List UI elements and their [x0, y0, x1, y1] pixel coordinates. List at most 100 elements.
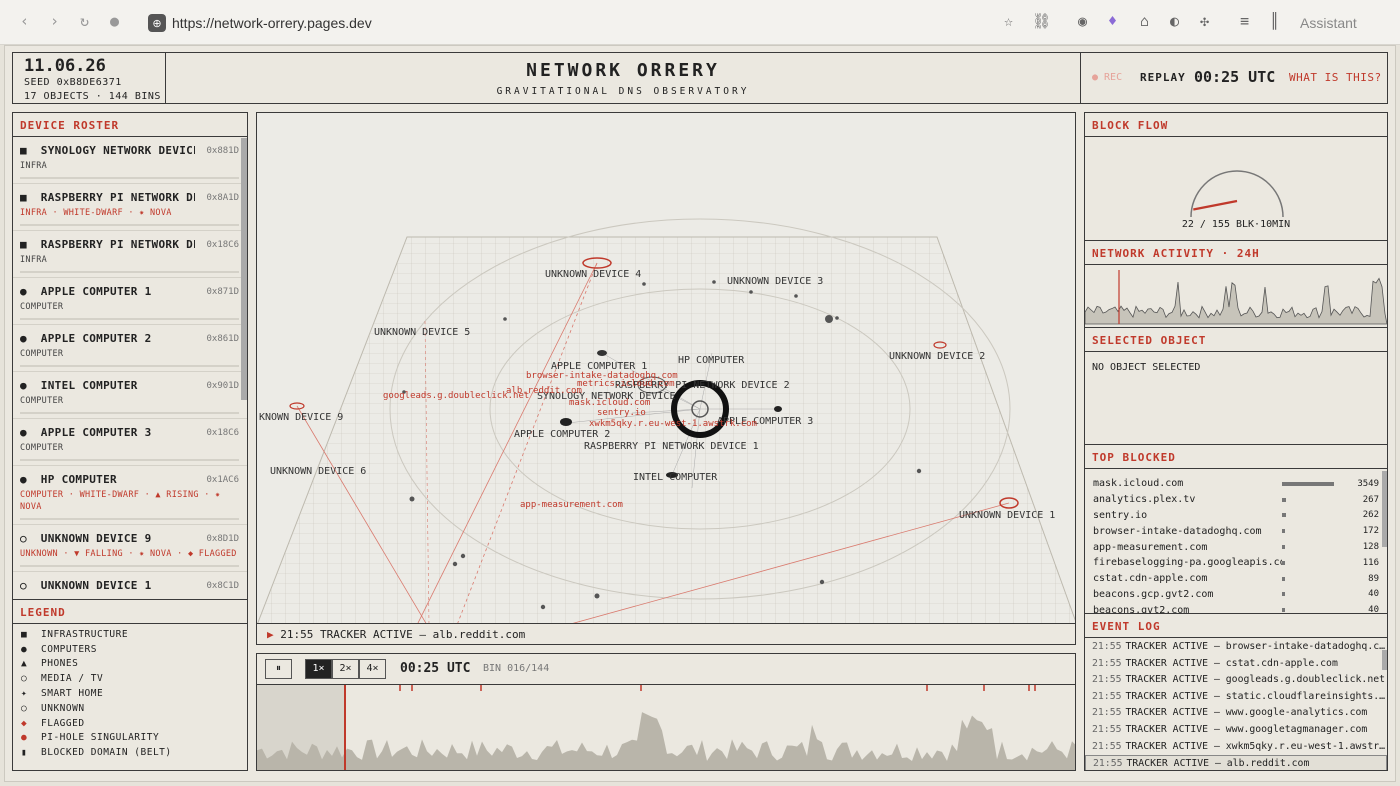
extension-1-icon[interactable]: ◉: [1078, 12, 1087, 30]
blocked-domain: browser-intake-datadoghq.com: [1093, 525, 1262, 537]
device-tags: INFRA: [20, 255, 48, 265]
orrery-viewport[interactable]: UNKNOWN DEVICE 4 UNKNOWN DEVICE 3 UNKNOWN …: [256, 112, 1076, 624]
device-type-icon: ○: [20, 579, 27, 592]
top-blocked-row[interactable]: browser-intake-datadoghq.com 172: [1085, 523, 1387, 539]
legend-item: ● COMPUTERS: [13, 642, 247, 657]
replay-button[interactable]: REPLAY: [1140, 71, 1186, 84]
top-blocked-scrollbar[interactable]: [1382, 471, 1387, 547]
scene-device-label[interactable]: UNKNOWN DEVICE 6: [270, 466, 366, 477]
pause-button[interactable]: ⏸: [265, 659, 292, 679]
event-message: TRACKER ACTIVE — www.googletagmanager.co…: [1125, 723, 1368, 735]
speed-1x-button[interactable]: 1×: [305, 659, 332, 679]
device-row[interactable]: ● APPLE COMPUTER 3 0x18C6 COMPUTER: [13, 419, 247, 466]
scene-device-label[interactable]: UNKNOWN DEVICE 4: [545, 269, 641, 280]
event-log-row[interactable]: 21:55 TRACKER ACTIVE — xwkm5qky.r.eu-west…: [1085, 739, 1387, 756]
event-log-row[interactable]: 21:55 TRACKER ACTIVE — googleads.g.double…: [1085, 672, 1387, 689]
device-row[interactable]: ● INTEL COMPUTER 0x901D COMPUTER: [13, 372, 247, 419]
event-log-row[interactable]: 21:55 TRACKER ACTIVE — www.googletagmanag…: [1085, 722, 1387, 739]
device-node[interactable]: [825, 315, 833, 323]
microphone-icon[interactable]: ●: [110, 12, 119, 30]
top-blocked-row[interactable]: firebaselogging-pa.googleapis.com 116: [1085, 555, 1387, 571]
link-icon[interactable]: ⛓: [1032, 12, 1051, 30]
scene-device-label[interactable]: UNKNOWN DEVICE 2: [889, 351, 985, 362]
legend-glyph-icon: ✦: [21, 688, 28, 700]
device-id: 0x18C6: [206, 240, 239, 250]
device-row[interactable]: ■ RASPBERRY PI NETWORK DEV… 0x8A1D INFRA…: [13, 184, 247, 231]
device-row[interactable]: ○ UNKNOWN DEVICE 1 0x8C1D: [13, 572, 247, 599]
device-node[interactable]: [560, 418, 572, 426]
device-row[interactable]: ■ RASPBERRY PI NETWORK DEV… 0x18C6 INFRA: [13, 231, 247, 278]
scene-device-label[interactable]: UNKNOWN DEVICE 3: [727, 276, 823, 287]
scene-device-label[interactable]: UNKNOWN DEVICE 1: [959, 510, 1055, 521]
device-id: 0x861D: [206, 334, 239, 344]
address-bar[interactable]: ⊕ https://network-orrery.pages.dev: [148, 13, 372, 33]
event-log-scrollbar[interactable]: [1382, 650, 1387, 670]
assistant-button[interactable]: Assistant: [1300, 15, 1357, 31]
device-name: ■ RASPBERRY PI NETWORK DEV…: [20, 238, 195, 251]
scene-device-label[interactable]: KNOWN DEVICE 9: [259, 412, 343, 423]
device-node[interactable]: [597, 350, 607, 356]
event-log-row[interactable]: 21:55 TRACKER ACTIVE — cstat.cdn-apple.co…: [1085, 656, 1387, 673]
device-row[interactable]: ■ SYNOLOGY NETWORK DEVICE 0x881D INFRA: [13, 137, 247, 184]
top-blocked-panel: TOP BLOCKED mask.icloud.com 3549 analyti…: [1084, 444, 1388, 614]
reader-icon[interactable]: ≡: [1240, 12, 1249, 30]
seed-label: SEED 0xB8DE6371: [24, 77, 122, 88]
device-id: 0x18C6: [206, 428, 239, 438]
top-blocked-row[interactable]: cstat.cdn-apple.com 89: [1085, 571, 1387, 587]
legend-glyph-icon: ●: [21, 732, 28, 744]
device-activity-bar: [20, 365, 239, 367]
blocked-bar: [1282, 545, 1337, 550]
what-is-this-link[interactable]: WHAT IS THIS?: [1289, 71, 1382, 84]
device-activity-bar: [20, 459, 239, 461]
orrery-scene[interactable]: UNKNOWN DEVICE 4 UNKNOWN DEVICE 3 UNKNOWN …: [257, 113, 1076, 624]
event-log-row[interactable]: 21:55 TRACKER ACTIVE — www.google-analyti…: [1085, 705, 1387, 722]
device-row[interactable]: ● HP COMPUTER 0x1AC6 COMPUTER · WHITE-DW…: [13, 466, 247, 525]
rec-button[interactable]: ● REC: [1092, 72, 1122, 83]
device-node[interactable]: [774, 406, 782, 412]
top-blocked-row[interactable]: mask.icloud.com 3549: [1085, 476, 1387, 492]
top-blocked-title: TOP BLOCKED: [1085, 445, 1387, 469]
top-blocked-row[interactable]: app-measurement.com 128: [1085, 539, 1387, 555]
device-name: ○ UNKNOWN DEVICE 1: [20, 579, 152, 592]
scene-device-label[interactable]: RASPBERRY PI NETWORK DEVICE 1: [584, 441, 759, 452]
event-log-row[interactable]: 21:55 TRACKER ACTIVE — static.cloudflarei…: [1085, 689, 1387, 706]
device-list: ■ SYNOLOGY NETWORK DEVICE 0x881D INFRA ■…: [13, 137, 247, 599]
top-blocked-row[interactable]: sentry.io 262: [1085, 508, 1387, 524]
scene-device-label[interactable]: APPLE COMPUTER 2: [514, 429, 610, 440]
device-name: ● APPLE COMPUTER 2: [20, 332, 152, 345]
blocked-bar: [1282, 608, 1337, 613]
puzzle-icon[interactable]: ✣: [1200, 12, 1209, 30]
event-log-row[interactable]: 21:55 TRACKER ACTIVE — alb.reddit.com: [1085, 755, 1387, 770]
event-time: 21:55: [1092, 707, 1122, 719]
top-blocked-row[interactable]: beacons.gcp.gvt2.com 40: [1085, 587, 1387, 603]
event-log-row[interactable]: 21:55 TRACKER ACTIVE — browser-intake-dat…: [1085, 639, 1387, 656]
extension-4-icon[interactable]: ◐: [1170, 12, 1179, 30]
selected-object-text: NO OBJECT SELECTED: [1092, 362, 1201, 373]
speed-2x-button[interactable]: 2×: [332, 659, 359, 679]
blocked-count: 172: [1362, 526, 1379, 537]
header-clock: 00:25 UTC: [1194, 68, 1276, 86]
forward-icon[interactable]: ›: [50, 12, 59, 30]
app-subtitle: GRAVITATIONAL DNS OBSERVATORY: [496, 86, 750, 97]
scene-device-label[interactable]: UNKNOWN DEVICE 5: [374, 327, 470, 338]
blocked-domain: firebaselogging-pa.googleapis.com: [1093, 557, 1282, 569]
timeline-histogram[interactable]: [257, 684, 1076, 771]
legend-item: ✦ SMART HOME: [13, 686, 247, 701]
extension-3-icon[interactable]: ⌂: [1140, 12, 1149, 30]
event-log-title: EVENT LOG: [1085, 614, 1387, 638]
audio-icon[interactable]: ║: [1270, 12, 1279, 30]
bookmark-star-icon[interactable]: ☆: [1004, 12, 1013, 30]
top-blocked-row[interactable]: analytics.plex.tv 267: [1085, 492, 1387, 508]
scene-device-label[interactable]: HP COMPUTER: [678, 355, 745, 366]
reload-icon[interactable]: ↻: [80, 12, 89, 30]
roster-scrollbar[interactable]: [241, 138, 247, 400]
device-activity-bar: [20, 177, 239, 179]
device-tags: COMPUTER: [20, 443, 64, 453]
device-row[interactable]: ○ UNKNOWN DEVICE 9 0x8D1D UNKNOWN · ▼ FA…: [13, 525, 247, 572]
device-row[interactable]: ● APPLE COMPUTER 2 0x861D COMPUTER: [13, 325, 247, 372]
scene-device-label[interactable]: INTEL COMPUTER: [633, 472, 718, 483]
device-row[interactable]: ● APPLE COMPUTER 1 0x871D COMPUTER: [13, 278, 247, 325]
speed-4x-button[interactable]: 4×: [359, 659, 386, 679]
extension-2-icon[interactable]: ♦: [1108, 12, 1117, 30]
back-icon[interactable]: ‹: [20, 12, 29, 30]
